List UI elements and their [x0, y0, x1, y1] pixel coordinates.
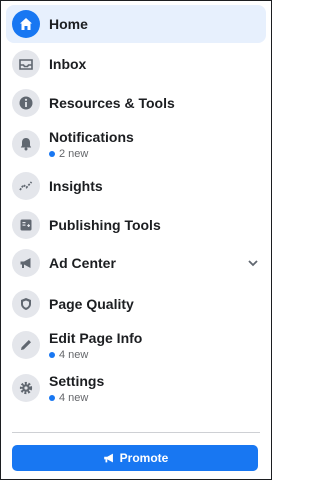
new-count-text: 4 new — [59, 348, 89, 361]
sidebar-item-label: Notifications — [49, 128, 134, 145]
promote-label: Promote — [119, 451, 169, 465]
sidebar-item-page-quality[interactable]: Page Quality — [6, 285, 266, 323]
sidebar-item-label: Home — [49, 16, 88, 32]
sidebar-item-notifications[interactable]: Notifications 2 new — [6, 123, 266, 165]
sidebar-nav: Home Inbox Resources & Tools Notificatio… — [1, 5, 271, 409]
megaphone-icon — [12, 249, 40, 277]
bell-icon — [12, 130, 40, 158]
new-count: 4 new — [49, 348, 142, 362]
insights-icon — [12, 172, 40, 200]
new-count: 4 new — [49, 391, 104, 405]
sidebar-item-edit-page-info[interactable]: Edit Page Info 4 new — [6, 324, 266, 366]
new-count-text: 4 new — [59, 391, 89, 404]
divider — [12, 432, 260, 433]
pencil-icon — [12, 331, 40, 359]
sidebar-item-label: Inbox — [49, 56, 87, 72]
sidebar-item-inbox[interactable]: Inbox — [6, 45, 266, 83]
sidebar-item-label: Publishing Tools — [49, 217, 161, 233]
sidebar-item-ad-center[interactable]: Ad Center — [6, 244, 266, 282]
sidebar-item-label: Page Quality — [49, 296, 134, 312]
sidebar-item-label: Settings — [49, 372, 105, 389]
new-count: 2 new — [49, 147, 134, 161]
sidebar-item-home[interactable]: Home — [6, 5, 266, 43]
sidebar-item-resources-tools[interactable]: Resources & Tools — [6, 84, 266, 122]
new-count-text: 2 new — [59, 147, 89, 160]
unread-dot — [49, 351, 55, 358]
sidebar-item-label: Ad Center — [49, 255, 116, 271]
shield-icon — [12, 290, 40, 318]
unread-dot — [49, 394, 55, 401]
sidebar-item-label: Resources & Tools — [49, 95, 175, 111]
page-sidebar: Home Inbox Resources & Tools Notificatio… — [0, 0, 272, 480]
promote-button[interactable]: Promote — [12, 445, 258, 471]
megaphone-icon — [103, 453, 113, 463]
gear-icon — [12, 374, 40, 402]
sidebar-item-settings[interactable]: Settings 4 new — [6, 367, 266, 409]
sidebar-item-label: Insights — [49, 178, 103, 194]
sidebar-item-insights[interactable]: Insights — [6, 167, 266, 205]
chevron-down-icon[interactable] — [246, 256, 260, 270]
unread-dot — [49, 150, 55, 157]
sidebar-item-publishing-tools[interactable]: Publishing Tools — [6, 206, 266, 244]
home-icon — [12, 10, 40, 38]
inbox-icon — [12, 50, 40, 78]
sidebar-item-label: Edit Page Info — [49, 329, 143, 346]
publishing-tools-icon — [12, 211, 40, 239]
info-icon — [12, 89, 40, 117]
